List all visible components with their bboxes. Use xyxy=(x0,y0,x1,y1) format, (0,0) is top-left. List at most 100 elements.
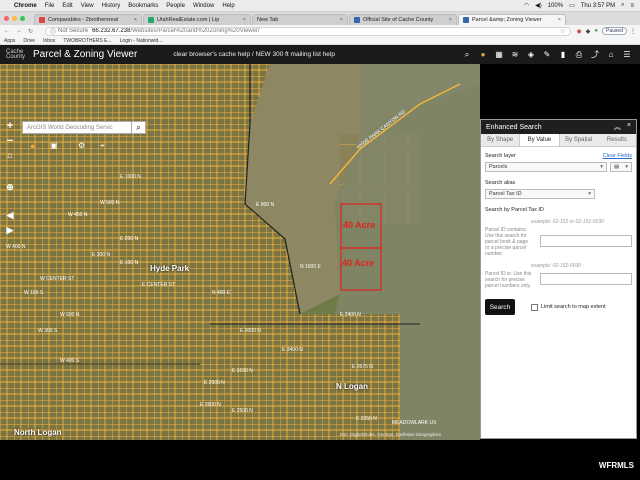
reload-icon[interactable]: ↻ xyxy=(28,28,33,35)
browser-tab[interactable]: UtahRealEstate.com | Lip × xyxy=(143,14,251,25)
enhanced-search-panel: Enhanced Search ︽ × By Shape By Value By… xyxy=(480,119,637,439)
street-label: E CENTER ST xyxy=(142,282,176,288)
menu-history[interactable]: History xyxy=(102,3,121,9)
tab-results[interactable]: Results xyxy=(598,134,636,146)
zoom-in-button[interactable]: + xyxy=(4,120,16,132)
close-tab-icon[interactable]: × xyxy=(449,17,452,23)
close-icon[interactable]: × xyxy=(627,122,631,132)
info-icon[interactable]: ⓘ xyxy=(50,28,56,35)
panel-tabs: By Shape By Value By Spatial Results xyxy=(481,134,636,147)
extension-icon[interactable]: ◆ xyxy=(586,28,591,35)
profile-paused-button[interactable]: Paused xyxy=(602,27,627,35)
close-tab-icon[interactable]: × xyxy=(134,17,137,23)
bookmark-inbox[interactable]: Inbox xyxy=(43,38,55,44)
site-icon xyxy=(148,17,154,23)
street-label: E 200 N xyxy=(120,236,139,242)
search-icon[interactable]: ⌕ xyxy=(462,50,472,60)
screen: Chrome File Edit View History Bookmarks … xyxy=(0,0,640,480)
search-icon[interactable]: ⌕ xyxy=(621,2,624,9)
layers-icon[interactable]: ≋ xyxy=(510,50,520,60)
parcel-contains-input[interactable] xyxy=(540,235,632,247)
menu-app[interactable]: Chrome xyxy=(14,3,37,9)
street-label: E 300 N xyxy=(92,252,111,258)
home-icon[interactable]: ⌂ xyxy=(4,150,16,160)
clear-fields-link[interactable]: Clear Fields xyxy=(603,153,632,159)
extension-icon[interactable]: ◉ xyxy=(577,28,582,35)
measure-icon[interactable]: ✎ xyxy=(542,50,552,60)
url-field[interactable]: ⓘ Not Secure 66.232.67.238/Websites/Parc… xyxy=(45,26,571,36)
wifi-icon[interactable]: ◠ xyxy=(524,2,529,9)
forward-icon[interactable]: → xyxy=(16,28,22,34)
close-tab-icon[interactable]: × xyxy=(243,17,246,23)
browser-tab[interactable]: Comparables - 2brothersreal × xyxy=(34,14,142,25)
maximize-window-icon[interactable] xyxy=(20,16,25,21)
minimize-window-icon[interactable] xyxy=(12,16,17,21)
more-menu-icon[interactable]: ⋮ xyxy=(630,28,636,35)
bookmark-drive[interactable]: Drive xyxy=(23,38,35,44)
menu-bookmarks[interactable]: Bookmarks xyxy=(128,3,158,9)
bookmark-star-icon[interactable]: ☆ xyxy=(560,28,565,35)
limit-extent-checkbox[interactable] xyxy=(531,303,538,311)
menu-icon[interactable]: ☰ xyxy=(622,50,632,60)
not-secure-label: Not Secure xyxy=(58,28,89,34)
menu-list-icon[interactable]: ≡ xyxy=(630,3,634,9)
layer-options-button[interactable]: ▤ ▾ xyxy=(610,162,632,172)
tab-by-value[interactable]: By Value xyxy=(519,134,560,146)
town-label: Hyde Park xyxy=(150,264,190,273)
header-help-links[interactable]: clear browser's cache help / NEW 300 ft … xyxy=(173,51,335,58)
extension-icon[interactable]: ● xyxy=(594,28,598,34)
back-extent-icon[interactable]: ◀ xyxy=(4,210,16,221)
menu-edit[interactable]: Edit xyxy=(62,3,72,9)
menu-help[interactable]: Help xyxy=(222,3,234,9)
close-tab-icon[interactable]: × xyxy=(340,17,343,23)
map-tool-icon[interactable]: ⌖ xyxy=(100,141,105,151)
forward-extent-icon[interactable]: ▶ xyxy=(4,225,16,236)
street-label: E 2675 N xyxy=(352,364,373,370)
back-icon[interactable]: ← xyxy=(4,28,10,34)
menu-people[interactable]: People xyxy=(166,3,185,9)
street-label: N 1000 E xyxy=(300,264,321,270)
search-alias-select[interactable]: Parcel Tax ID ▾ xyxy=(485,189,595,199)
browser-tab-active[interactable]: Parcel &amp; Zoning Viewer × xyxy=(458,14,566,25)
basemap-icon[interactable]: ▦ xyxy=(494,50,504,60)
browser-tab[interactable]: New Tab × xyxy=(252,14,348,25)
parcel-is-input[interactable] xyxy=(540,273,632,285)
geocode-search-input[interactable]: ArcGIS World Geocoding Servic xyxy=(22,121,146,134)
map-tool-icon[interactable]: ▣ xyxy=(50,141,58,150)
geocode-search-button[interactable]: ⌕ xyxy=(131,121,146,134)
clock[interactable]: Thu 3:57 PM xyxy=(581,3,615,9)
share-icon[interactable]: ⤴ xyxy=(590,50,600,60)
search-button[interactable]: Search xyxy=(485,299,515,315)
bookmark-login[interactable]: Login - Nationwid... xyxy=(120,38,163,44)
map-tool-icon[interactable]: ⚙ xyxy=(78,141,85,150)
search-layer-select[interactable]: Parcels ▾ xyxy=(485,162,607,172)
collapse-icon[interactable]: ︽ xyxy=(614,122,621,132)
tab-by-spatial[interactable]: By Spatial xyxy=(560,134,598,146)
street-label: MEADOWLARK LN xyxy=(392,420,436,426)
list-icon: ▤ xyxy=(614,164,620,170)
bookmark-apps[interactable]: Apps xyxy=(4,38,15,44)
volume-icon[interactable]: ◀) xyxy=(535,2,542,9)
close-tab-icon[interactable]: × xyxy=(558,17,561,23)
menu-view[interactable]: View xyxy=(81,3,94,9)
example-hint: example: 02-152-0030 xyxy=(531,263,582,269)
locate-icon[interactable]: ⊕ xyxy=(4,182,16,193)
chart-icon[interactable]: ▮ xyxy=(558,50,568,60)
browser-tab-strip: Comparables - 2brothersreal × UtahRealEst… xyxy=(0,12,640,25)
edu-icon[interactable]: ⌂ xyxy=(606,50,616,60)
battery-icon[interactable]: ▭ xyxy=(569,2,575,9)
panel-title: Enhanced Search xyxy=(486,123,542,131)
map-tool-icon[interactable]: ● xyxy=(30,141,35,151)
menu-window[interactable]: Window xyxy=(193,3,214,9)
identify-icon[interactable]: ● xyxy=(478,50,488,60)
close-window-icon[interactable] xyxy=(4,16,9,21)
layer-list-icon[interactable]: ◈ xyxy=(526,50,536,60)
browser-tab[interactable]: Official Site of Cache County × xyxy=(349,14,457,25)
menu-file[interactable]: File xyxy=(45,3,55,9)
gmail-icon xyxy=(39,17,45,23)
bookmark-twobrothers[interactable]: TWOBROTHERS E... xyxy=(63,38,111,44)
tab-by-shape[interactable]: By Shape xyxy=(481,134,519,146)
chevron-down-icon: ▾ xyxy=(600,164,603,170)
print-icon[interactable]: ⎙ xyxy=(574,50,584,60)
zoom-out-button[interactable]: − xyxy=(4,135,16,147)
